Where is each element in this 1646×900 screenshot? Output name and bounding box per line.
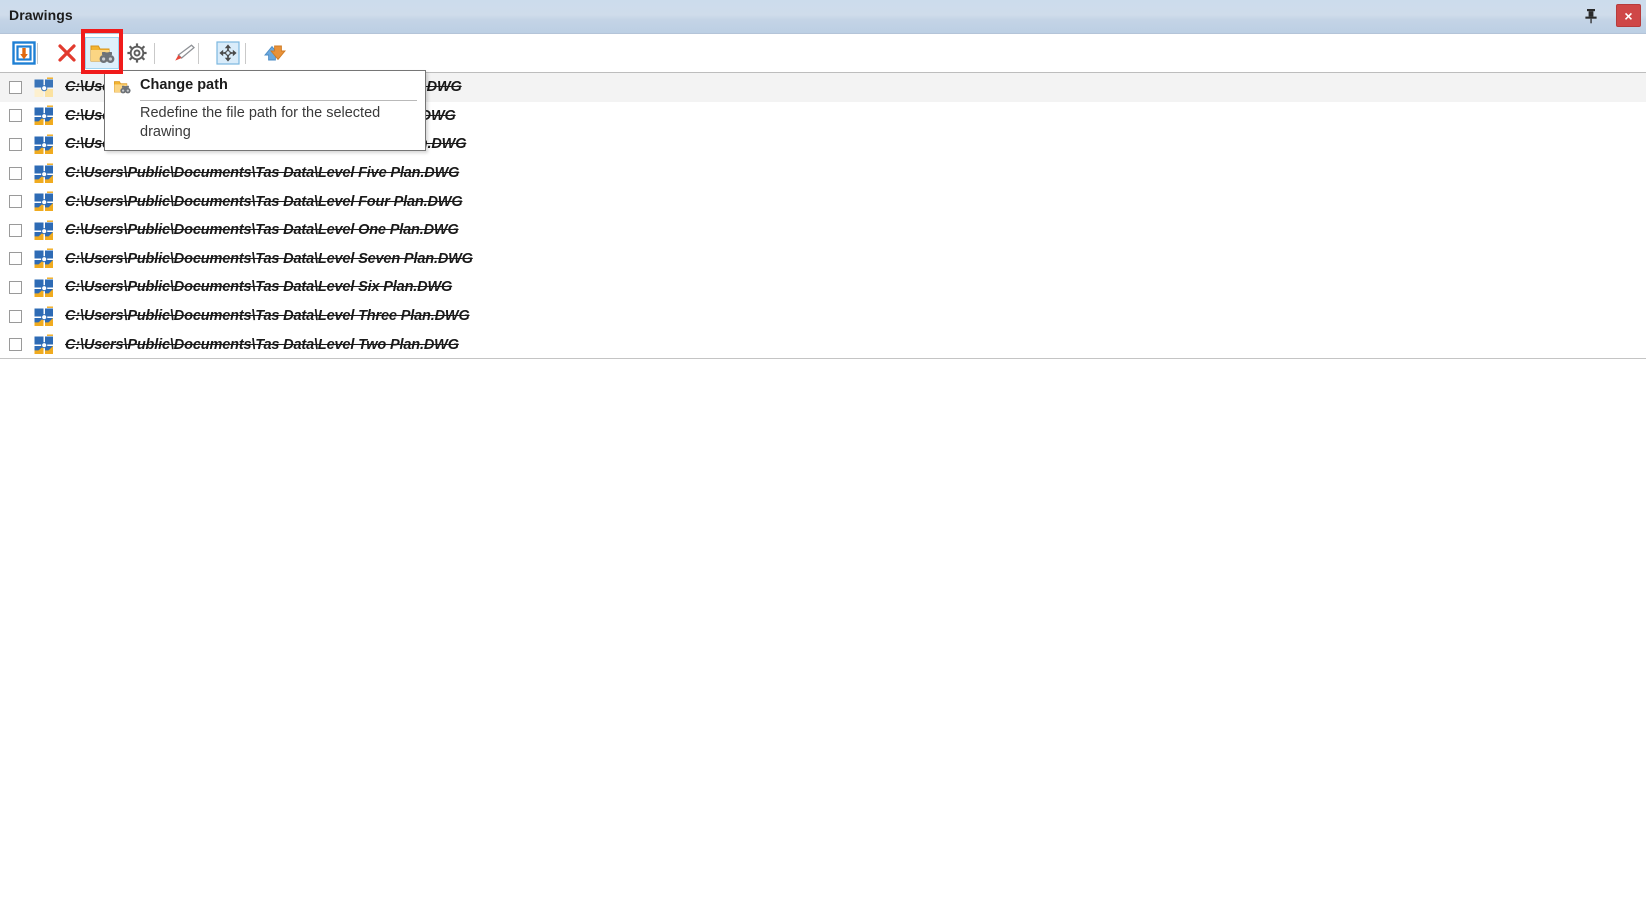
row-checkbox[interactable] bbox=[9, 166, 22, 180]
pin-glyph bbox=[1585, 9, 1597, 24]
dwg-icon-glyph bbox=[34, 191, 53, 212]
folder-binoculars-icon bbox=[113, 78, 131, 96]
move-arrows-icon bbox=[216, 41, 240, 65]
update-button[interactable] bbox=[258, 37, 292, 69]
row-checkbox[interactable] bbox=[9, 109, 22, 123]
table-row[interactable]: C:\Users\Public\Documents\Tas Data\Level… bbox=[0, 159, 1646, 188]
up-down-arrows-icon bbox=[264, 45, 286, 61]
red-brush-icon bbox=[175, 44, 195, 61]
row-checkbox[interactable] bbox=[9, 137, 22, 151]
drawing-path: C:\Users\Public\Documents\Tas Data\Level… bbox=[65, 165, 460, 182]
row-checkbox[interactable] bbox=[9, 252, 22, 266]
drawing-path: C:\Users\Public\Documents\Tas Data\Level… bbox=[65, 222, 459, 239]
dwg-icon-glyph bbox=[34, 277, 53, 297]
insert-drawing-icon bbox=[12, 41, 36, 65]
change-path-button[interactable] bbox=[85, 37, 119, 69]
table-row[interactable]: C:\Users\Public\Documents\Tas Data\Level… bbox=[0, 330, 1646, 359]
tooltip-description: Redefine the file path for the selected … bbox=[140, 105, 381, 140]
dwg-icon-glyph bbox=[34, 105, 53, 126]
drawing-path: C:\Users\Public\Documents\Tas Data\Level… bbox=[65, 308, 470, 325]
dwg-file-icon bbox=[34, 191, 55, 212]
tooltip-divider bbox=[140, 100, 417, 101]
dwg-icon-glyph bbox=[34, 220, 53, 240]
dwg-file-icon bbox=[34, 248, 55, 269]
drawing-path: C:\Users\Public\Documents\Tas Data\Level… bbox=[65, 336, 459, 353]
folder-binoculars-icon bbox=[90, 45, 115, 63]
panel-title: Drawings bbox=[9, 7, 73, 23]
folder-binoculars-glyph bbox=[114, 81, 131, 94]
red-x-icon bbox=[58, 44, 76, 62]
drawings-panel: Drawings × Plan.DWG Plan.DWG C:\Users\Pu… bbox=[0, 0, 1646, 900]
panel-titlebar: Drawings × bbox=[0, 0, 1646, 34]
row-checkbox[interactable] bbox=[9, 195, 22, 209]
dwg-file-icon bbox=[34, 306, 55, 327]
dwg-icon-glyph bbox=[34, 306, 53, 326]
dwg-file-icon bbox=[34, 134, 55, 155]
close-button[interactable]: × bbox=[1616, 4, 1641, 27]
dwg-file-icon bbox=[34, 277, 55, 298]
tooltip-header: Change path bbox=[113, 77, 417, 96]
dwg-file-icon bbox=[34, 220, 55, 241]
row-checkbox[interactable] bbox=[9, 309, 22, 323]
layers-button[interactable] bbox=[167, 37, 201, 69]
drawings-toolbar bbox=[0, 34, 1646, 73]
row-checkbox[interactable] bbox=[9, 223, 22, 237]
move-button[interactable] bbox=[211, 37, 245, 69]
dwg-file-icon bbox=[34, 105, 55, 126]
pin-icon[interactable] bbox=[1580, 5, 1602, 27]
gear-icon bbox=[127, 43, 147, 63]
row-checkbox[interactable] bbox=[9, 280, 22, 294]
table-row[interactable]: C:\Users\Public\Documents\Tas Data\Level… bbox=[0, 216, 1646, 245]
drawing-path: C:\Users\Public\Documents\Tas Data\Level… bbox=[65, 279, 453, 296]
dwg-icon-glyph bbox=[34, 248, 53, 269]
table-row[interactable]: C:\Users\Public\Documents\Tas Data\Level… bbox=[0, 187, 1646, 216]
dwg-icon-glyph bbox=[34, 163, 53, 183]
settings-button[interactable] bbox=[120, 37, 154, 69]
dwg-icon-glyph bbox=[34, 134, 53, 154]
drawing-path: C:\Users\Public\Documents\Tas Data\Level… bbox=[65, 193, 463, 210]
toolbar-separator bbox=[154, 43, 155, 64]
dwg-file-icon bbox=[34, 163, 55, 184]
insert-drawing-button[interactable] bbox=[7, 37, 41, 69]
dwg-icon-glyph bbox=[34, 334, 53, 355]
dwg-file-icon bbox=[34, 77, 55, 98]
toolbar-separator bbox=[245, 43, 246, 64]
change-path-tooltip: Change path Redefine the file path for t… bbox=[104, 70, 426, 151]
table-row[interactable]: C:\Users\Public\Documents\Tas Data\Level… bbox=[0, 245, 1646, 274]
tooltip-title: Change path bbox=[140, 77, 228, 93]
table-row[interactable]: C:\Users\Public\Documents\Tas Data\Level… bbox=[0, 273, 1646, 302]
row-checkbox[interactable] bbox=[9, 80, 22, 94]
close-icon: × bbox=[1624, 7, 1633, 24]
delete-drawing-button[interactable] bbox=[50, 37, 84, 69]
row-checkbox[interactable] bbox=[9, 338, 22, 352]
drawing-path: C:\Users\Public\Documents\Tas Data\Level… bbox=[65, 250, 473, 267]
dwg-file-icon bbox=[34, 334, 55, 355]
dwg-icon-glyph bbox=[34, 77, 53, 97]
table-row[interactable]: C:\Users\Public\Documents\Tas Data\Level… bbox=[0, 302, 1646, 331]
